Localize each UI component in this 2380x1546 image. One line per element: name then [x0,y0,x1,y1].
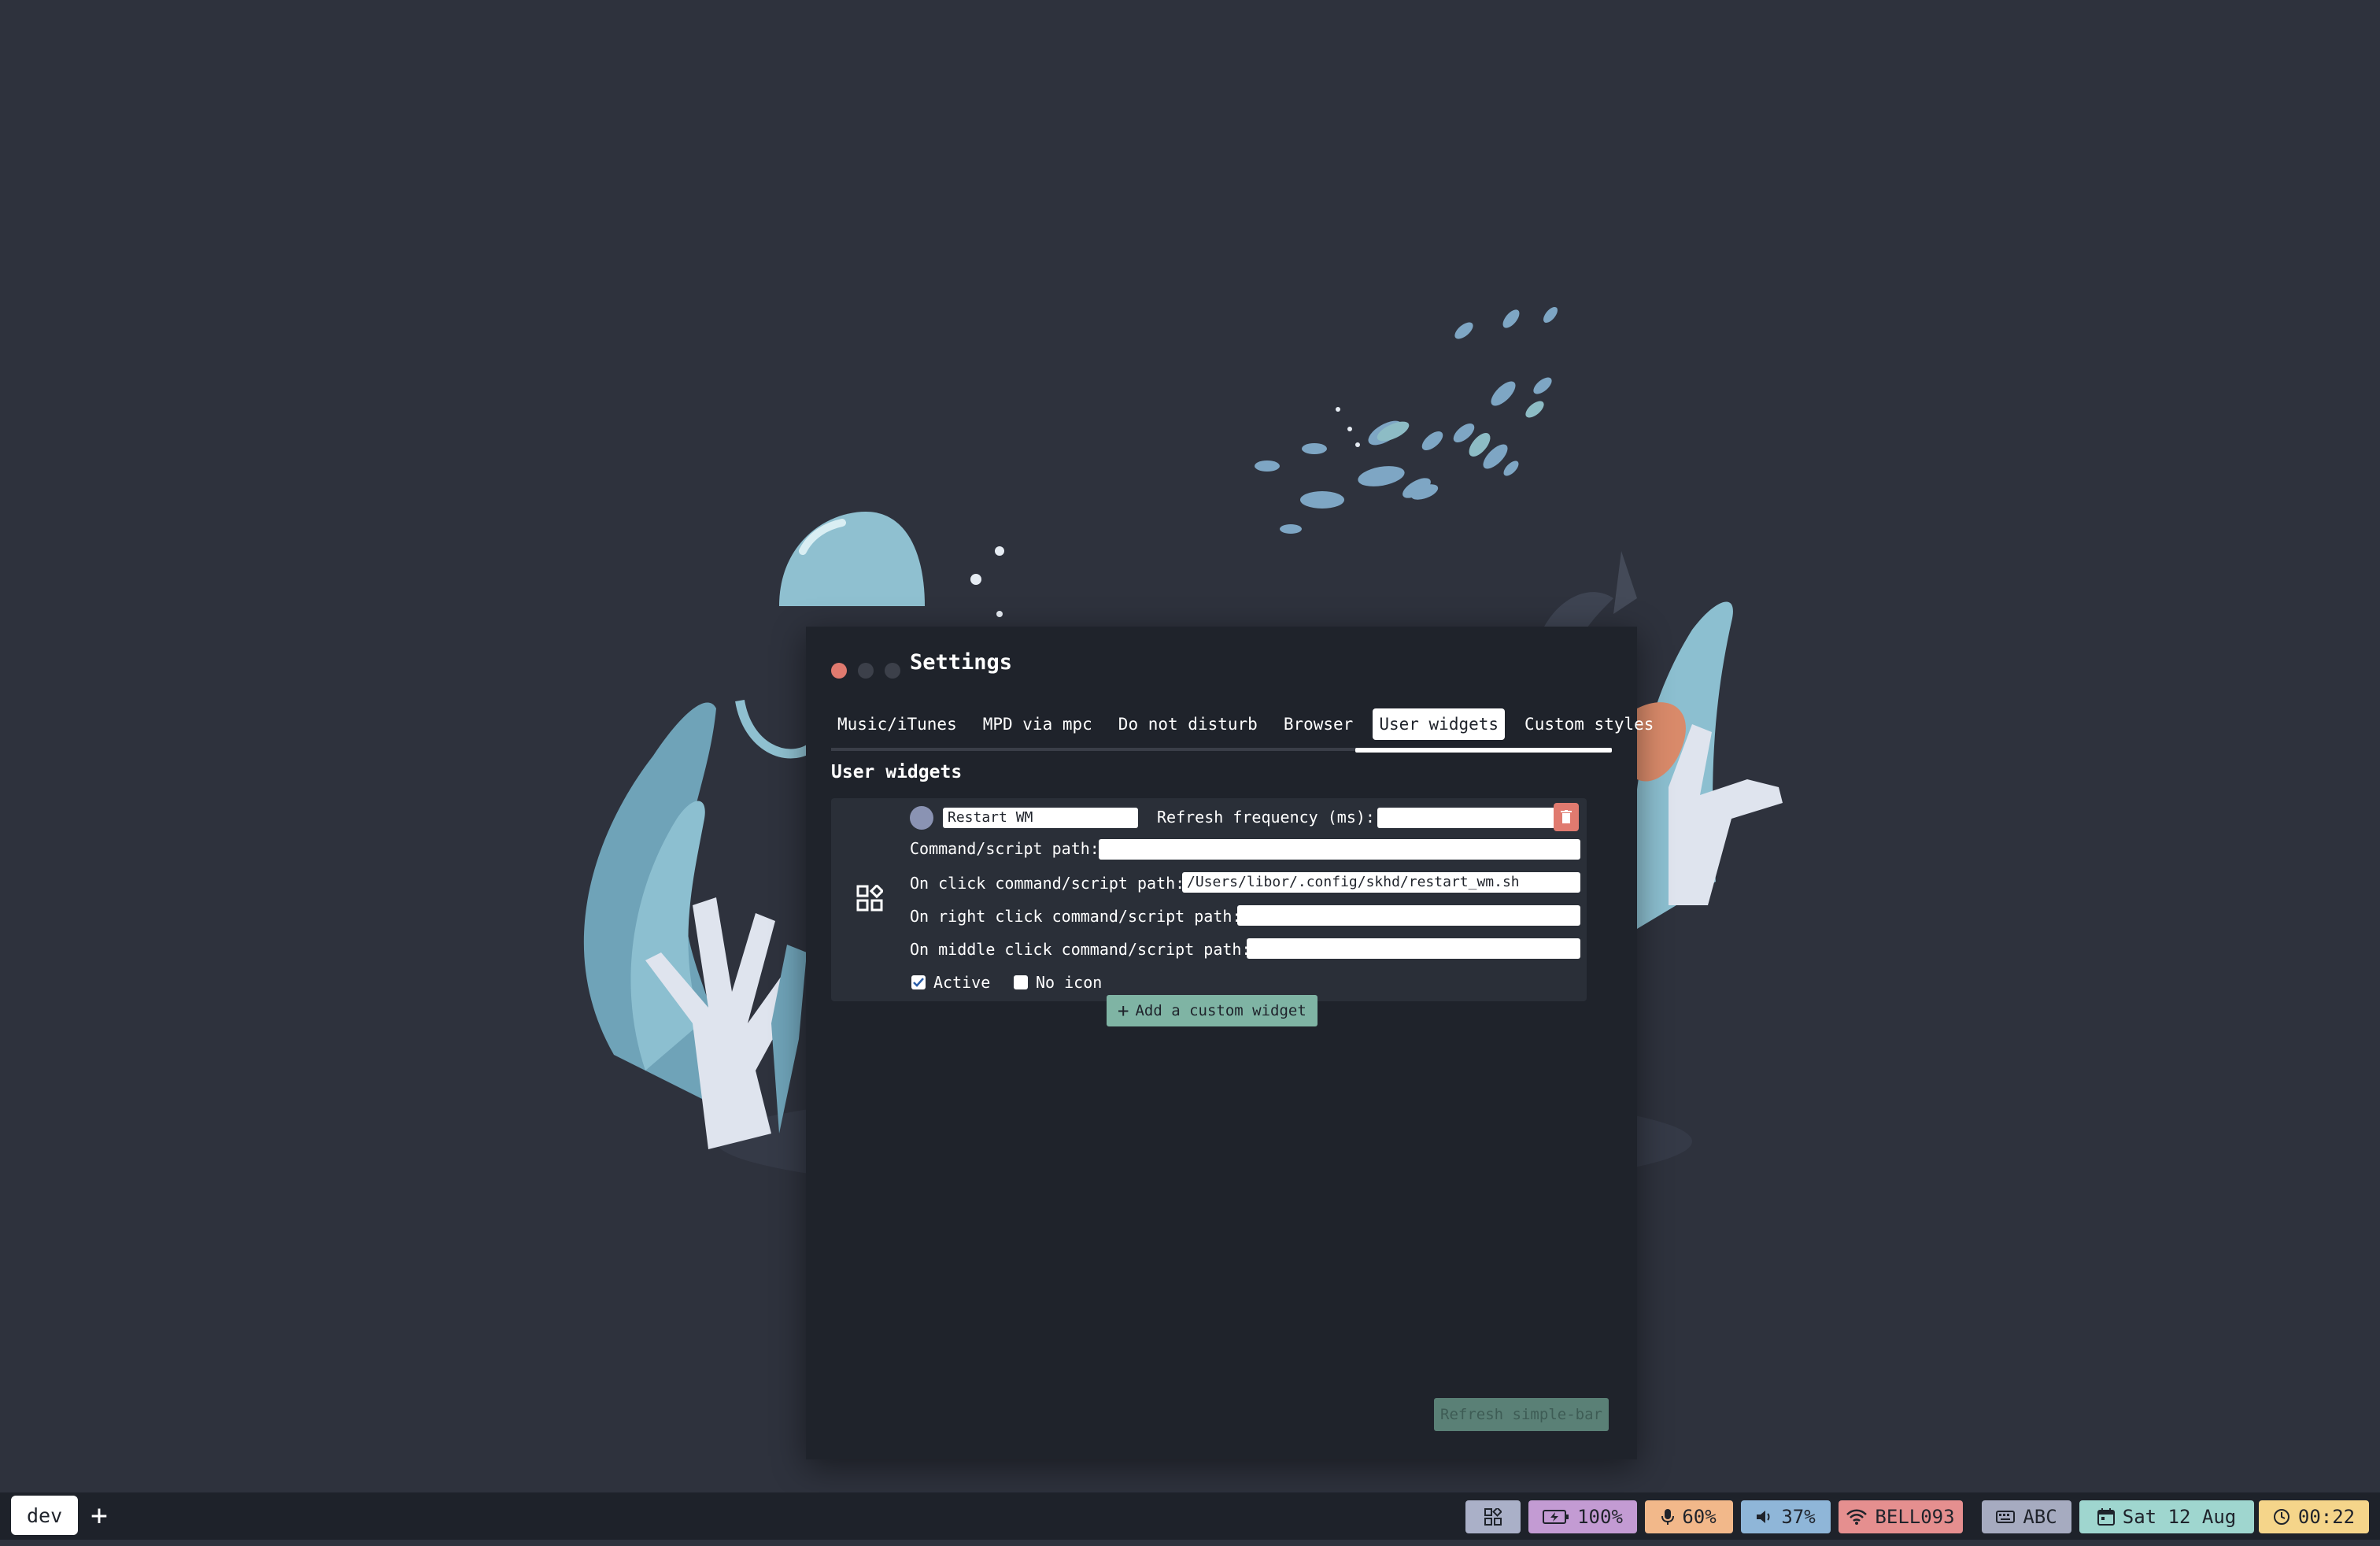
tab-do-not-disturb[interactable]: Do not disturb [1112,708,1264,740]
command-path-label: Command/script path: [910,839,1099,858]
no-icon-label: No icon [1036,973,1103,992]
wifi-widget[interactable]: BELL093 [1839,1500,1963,1533]
tab-music-itunes[interactable]: Music/iTunes [831,708,963,740]
on-right-click-path-label: On right click command/script path: [910,907,1242,926]
keyboard-icon [1996,1511,2016,1523]
tab-scroll-indicator[interactable] [1355,748,1612,753]
minimize-window-button[interactable] [858,663,874,679]
wifi-icon [1846,1509,1868,1525]
user-widget-card: Restart WM Refresh frequency (ms): Comma… [831,798,1587,1001]
time-label: 00:22 [2297,1506,2356,1528]
tab-custom-styles[interactable]: Custom styles [1518,708,1660,740]
microphone-widget[interactable]: 60% [1645,1500,1733,1533]
time-widget[interactable]: 00:22 [2259,1500,2369,1533]
date-label: Sat 12 Aug [2122,1506,2237,1528]
tab-mpd-via-mpc[interactable]: MPD via mpc [977,708,1099,740]
window-controls [831,663,900,679]
on-click-path-label: On click command/script path: [910,874,1185,893]
keyboard-layout-label: ABC [2023,1506,2057,1528]
microphone-icon [1661,1509,1675,1525]
settings-tabs: Music/iTunes MPD via mpc Do not disturb … [831,708,1673,740]
widgets-icon [1484,1508,1502,1526]
battery-percent: 100% [1577,1506,1623,1528]
date-widget[interactable]: Sat 12 Aug [2079,1500,2254,1533]
active-checkbox-row[interactable]: Active [911,973,990,992]
refresh-frequency-input[interactable] [1377,808,1563,828]
on-click-path-input[interactable]: /Users/libor/.config/skhd/restart_wm.sh [1182,872,1580,893]
space-dev[interactable]: dev [11,1496,79,1535]
trash-icon [1561,810,1572,823]
on-middle-click-path-label: On middle click command/script path: [910,940,1251,959]
command-path-input[interactable] [1099,839,1580,860]
plus-icon: + [1118,1000,1129,1022]
settings-window: Settings Music/iTunes MPD via mpc Do not… [806,627,1654,1459]
section-title: User widgets [831,762,963,782]
clock-icon [2273,1509,2289,1525]
checkmark-icon [913,978,924,987]
calendar-icon [2097,1508,2115,1526]
maximize-window-button[interactable] [885,663,900,679]
close-window-button[interactable] [831,663,847,679]
widgets-icon[interactable] [856,885,883,912]
bar-widgets-button[interactable] [1465,1500,1521,1533]
widget-name-input[interactable]: Restart WM [943,808,1138,828]
add-custom-widget-label: Add a custom widget [1135,1002,1306,1019]
window-title: Settings [910,650,1013,675]
tab-browser[interactable]: Browser [1277,708,1360,740]
volume-level: 37% [1781,1506,1816,1528]
volume-widget[interactable]: 37% [1741,1500,1831,1533]
microphone-level: 60% [1682,1506,1717,1528]
add-space-button[interactable]: + [85,1496,113,1535]
on-middle-click-path-input[interactable] [1247,938,1580,959]
no-icon-checkbox-row[interactable]: No icon [1014,973,1102,992]
refresh-simple-bar-button[interactable]: Refresh simple-bar [1434,1398,1609,1431]
wifi-network-name: BELL093 [1875,1506,1955,1528]
battery-widget[interactable]: 100% [1528,1500,1637,1533]
icon-color-picker[interactable] [910,806,933,830]
active-label: Active [933,973,991,992]
keyboard-layout-widget[interactable]: ABC [1982,1500,2071,1533]
active-checkbox[interactable] [911,975,926,989]
volume-icon [1757,1511,1770,1523]
add-custom-widget-button[interactable]: + Add a custom widget [1107,995,1318,1026]
tab-user-widgets[interactable]: User widgets [1373,708,1506,740]
battery-icon [1543,1510,1569,1524]
delete-widget-button[interactable] [1554,803,1579,831]
on-right-click-path-input[interactable] [1237,905,1580,926]
refresh-frequency-label: Refresh frequency (ms): [1157,808,1375,827]
no-icon-checkbox[interactable] [1014,975,1028,989]
